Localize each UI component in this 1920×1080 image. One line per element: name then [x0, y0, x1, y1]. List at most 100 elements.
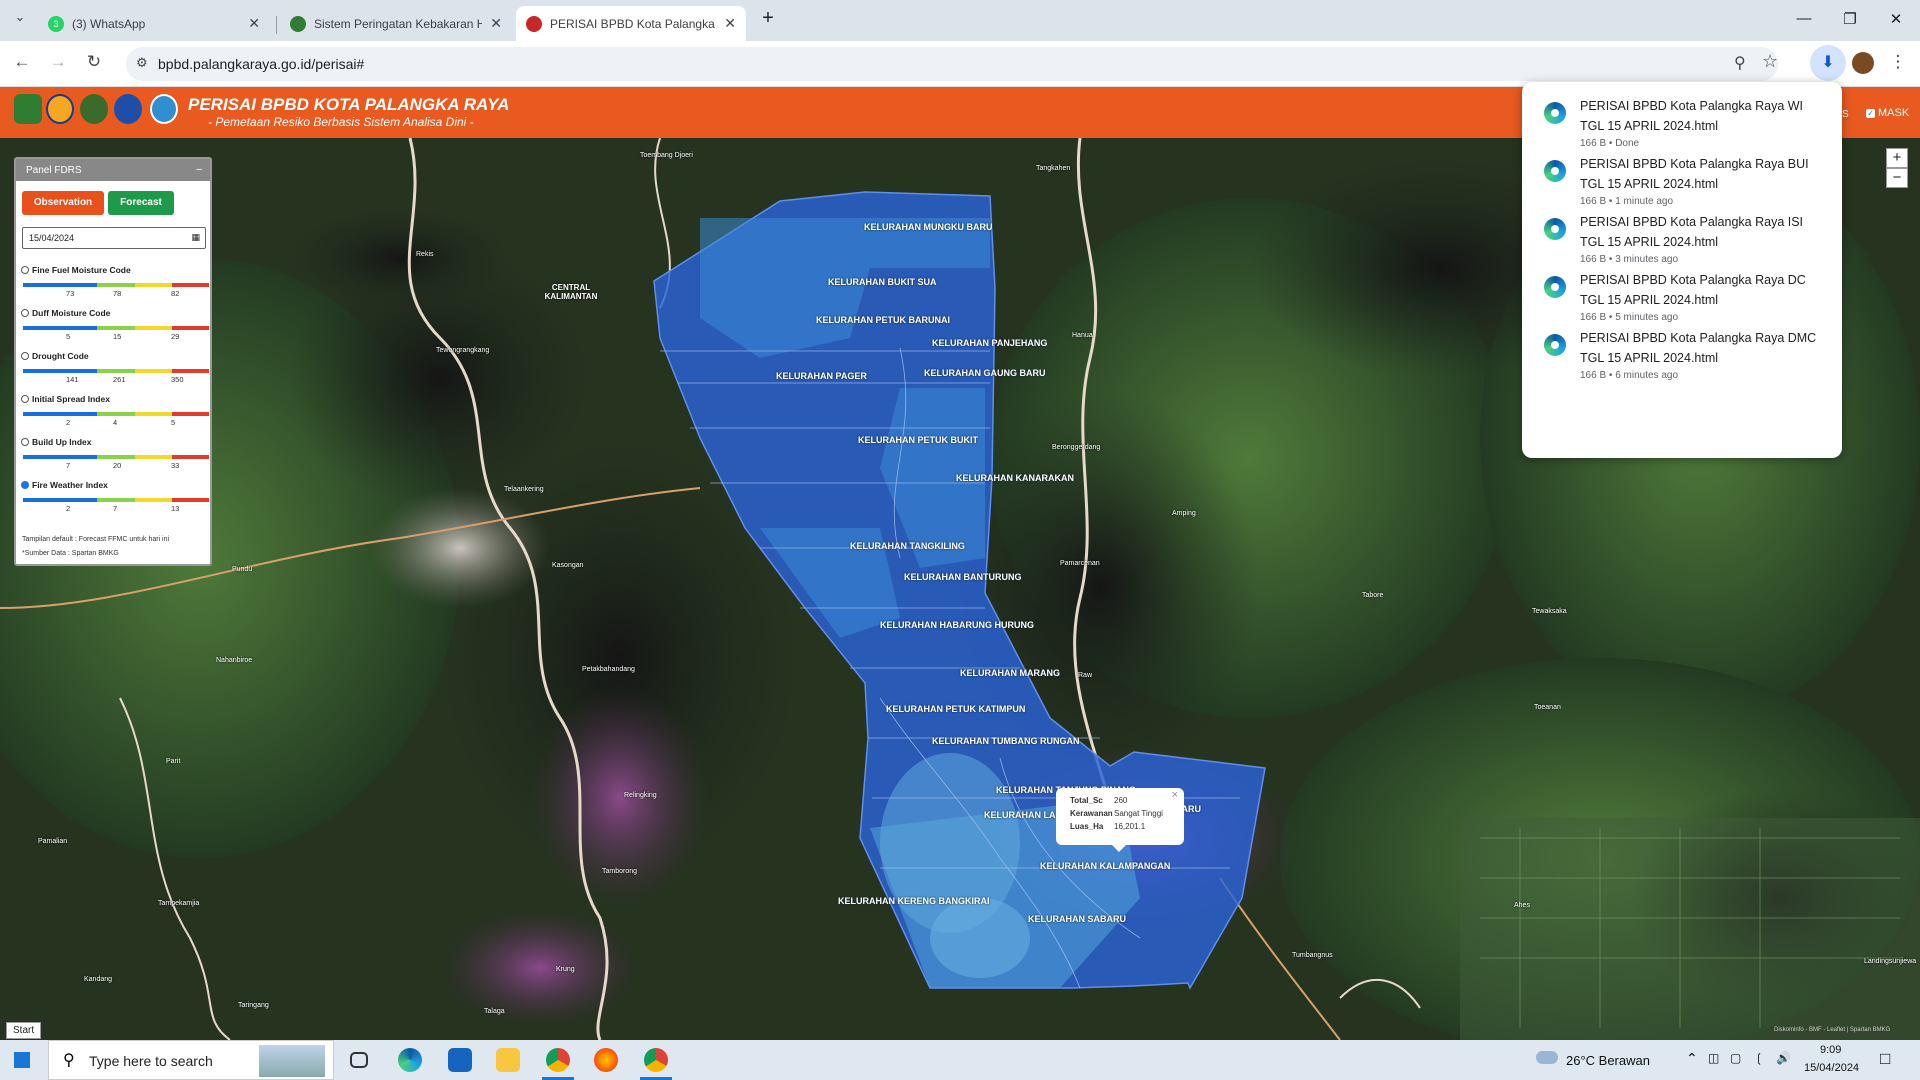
date-input[interactable]: 15/04/2024 ▦ [22, 227, 206, 249]
download-filename[interactable]: PERISAI BPBD Kota Palangka Raya DMC TGL … [1580, 328, 1830, 368]
town-label: Tamborong [602, 868, 638, 875]
windows-start-icon[interactable] [14, 1052, 30, 1068]
restore-icon[interactable]: ❐ [1830, 10, 1870, 28]
download-item[interactable]: PERISAI BPBD Kota Palangka Raya DC TGL 1… [1544, 270, 1834, 326]
download-filename[interactable]: PERISAI BPBD Kota Palangka Raya BUI TGL … [1580, 154, 1830, 194]
notification-icon[interactable]: □ [1880, 1049, 1890, 1069]
index-option[interactable]: Build Up Index [21, 437, 211, 447]
site-info-icon[interactable]: ⚙ [136, 55, 148, 71]
panel-collapse-button[interactable]: – [196, 164, 202, 175]
weather-text[interactable]: 26°C Berawan [1566, 1053, 1650, 1068]
panel-header: Panel FDRS – [16, 159, 210, 181]
start-button[interactable]: Start [6, 1022, 42, 1039]
layer-toggle-label[interactable]: S [1842, 109, 1849, 120]
index-item[interactable]: Drought Code 141 261 350 [21, 351, 211, 384]
tray-network-icon[interactable]: ◫ [1708, 1051, 1719, 1065]
town-label: Parit [166, 758, 181, 765]
tab-search-icon[interactable]: ⌄ [8, 9, 32, 25]
mask-checkbox[interactable]: ✓ [1866, 108, 1875, 118]
forecast-button[interactable]: Forecast [108, 191, 174, 215]
index-option[interactable]: Fine Fuel Moisture Code [21, 265, 211, 275]
chrome-taskbar-icon[interactable] [546, 1048, 570, 1072]
index-option[interactable]: Drought Code [21, 351, 211, 361]
town-label: Rekis [416, 251, 434, 258]
menu-kebab-icon[interactable]: ⋮ [1886, 52, 1910, 72]
tray-volume-icon[interactable]: 🔊 [1776, 1051, 1791, 1065]
address-bar[interactable]: ⚙ bpbd.palangkaraya.go.id/perisai# ⚲ ☆ [126, 47, 1778, 81]
index-radio[interactable] [21, 481, 29, 489]
feature-popup: × Total_Sc 260 Kerawanan Sangat Tinggi Lua… [1056, 788, 1184, 852]
reload-icon[interactable]: ↻ [82, 52, 106, 72]
index-ticks: 141 261 350 [21, 373, 211, 384]
taskbar-search[interactable]: ⚲ Type here to search [48, 1040, 334, 1080]
kelurahan-label: KELURAHAN PANJEHANG [932, 338, 1048, 348]
edge-taskbar-icon[interactable] [398, 1048, 422, 1072]
tab-perisai[interactable]: PERISAI BPBD Kota Palangka Ra ✕ [516, 6, 746, 41]
index-ticks: 5 15 29 [21, 330, 211, 341]
tab-sistem-peringatan[interactable]: Sistem Peringatan Kebakaran H ✕ [280, 6, 512, 41]
back-icon[interactable]: ← [10, 52, 34, 72]
tray-monitor-icon[interactable]: ▢ [1730, 1051, 1741, 1065]
index-item[interactable]: Build Up Index 7 20 33 [21, 437, 211, 470]
zoom-search-icon[interactable]: ⚲ [1734, 53, 1746, 73]
download-item[interactable]: PERISAI BPBD Kota Palangka Raya WI TGL 1… [1544, 96, 1834, 152]
minimize-icon[interactable]: — [1784, 10, 1824, 27]
forward-icon[interactable]: → [46, 52, 70, 72]
download-filename[interactable]: PERISAI BPBD Kota Palangka Raya WI TGL 1… [1580, 96, 1830, 136]
download-item[interactable]: PERISAI BPBD Kota Palangka Raya ISI TGL … [1544, 212, 1834, 268]
downloads-button[interactable]: ⬇ [1810, 45, 1846, 81]
close-tab-icon[interactable]: ✕ [248, 15, 260, 32]
tab-whatsapp[interactable]: 3 (3) WhatsApp ✕ [38, 6, 270, 41]
index-name: Fire Weather Index [32, 480, 108, 490]
index-option[interactable]: Fire Weather Index [21, 480, 211, 490]
index-item[interactable]: Fire Weather Index 2 7 13 [21, 480, 211, 513]
tray-wifi-icon[interactable]: ❲ [1754, 1051, 1764, 1065]
weather-cloud-icon[interactable] [1536, 1051, 1558, 1064]
kelurahan-label: KELURAHAN BANTURUNG [904, 572, 1022, 582]
kelurahan-label: KELURAHAN MARANG [960, 668, 1060, 678]
zoom-in-button[interactable]: + [1886, 148, 1908, 168]
url-text[interactable]: bpbd.palangkaraya.go.id/perisai# [158, 56, 364, 72]
index-radio[interactable] [21, 266, 29, 274]
panel-note: Tampilan default : Forecast FFMC untuk h… [22, 536, 170, 543]
index-option[interactable]: Duff Moisture Code [21, 308, 211, 318]
town-label: Kandang [84, 976, 113, 983]
tick-label: 350 [171, 375, 184, 384]
clock-date[interactable]: 15/04/2024 [1804, 1062, 1859, 1074]
download-filename[interactable]: PERISAI BPBD Kota Palangka Raya DC TGL 1… [1580, 270, 1830, 310]
task-view-icon[interactable] [350, 1052, 368, 1068]
close-tab-icon[interactable]: ✕ [490, 15, 502, 32]
observation-button[interactable]: Observation [22, 191, 104, 215]
profile-avatar[interactable] [1852, 52, 1874, 74]
index-ticks: 2 7 13 [21, 502, 211, 513]
mail-taskbar-icon[interactable] [448, 1048, 472, 1072]
index-item[interactable]: Initial Spread Index 2 4 5 [21, 394, 211, 427]
close-window-icon[interactable]: ✕ [1876, 10, 1916, 28]
zoom-out-button[interactable]: − [1886, 168, 1908, 188]
popup-key: Total_Sc [1070, 796, 1103, 805]
file-explorer-taskbar-icon[interactable] [496, 1048, 520, 1072]
chrome-profile-taskbar-icon[interactable] [644, 1048, 668, 1072]
index-radio[interactable] [21, 352, 29, 360]
popup-close-icon[interactable]: × [1172, 789, 1178, 801]
calendar-icon[interactable]: ▦ [191, 232, 200, 243]
download-item[interactable]: PERISAI BPBD Kota Palangka Raya BUI TGL … [1544, 154, 1834, 210]
clock-time[interactable]: 9:09 [1820, 1044, 1841, 1056]
tray-chevron-icon[interactable]: ⌃ [1686, 1050, 1698, 1067]
index-option[interactable]: Initial Spread Index [21, 394, 211, 404]
index-radio[interactable] [21, 395, 29, 403]
index-item[interactable]: Fine Fuel Moisture Code 73 78 82 [21, 265, 211, 298]
bookmark-star-icon[interactable]: ☆ [1762, 51, 1778, 72]
download-item[interactable]: PERISAI BPBD Kota Palangka Raya DMC TGL … [1544, 328, 1834, 384]
kelurahan-label: KELURAHAN SABARU [1028, 914, 1126, 924]
mask-toggle[interactable]: ✓ MASK [1866, 107, 1909, 119]
index-radio[interactable] [21, 309, 29, 317]
firefox-taskbar-icon[interactable] [594, 1048, 618, 1072]
new-tab-button[interactable]: + [748, 7, 788, 30]
index-item[interactable]: Duff Moisture Code 5 15 29 [21, 308, 211, 341]
popup-value: 260 [1114, 796, 1128, 805]
index-radio[interactable] [21, 438, 29, 446]
download-filename[interactable]: PERISAI BPBD Kota Palangka Raya ISI TGL … [1580, 212, 1830, 252]
index-name: Drought Code [32, 351, 89, 361]
close-tab-icon[interactable]: ✕ [724, 15, 736, 32]
